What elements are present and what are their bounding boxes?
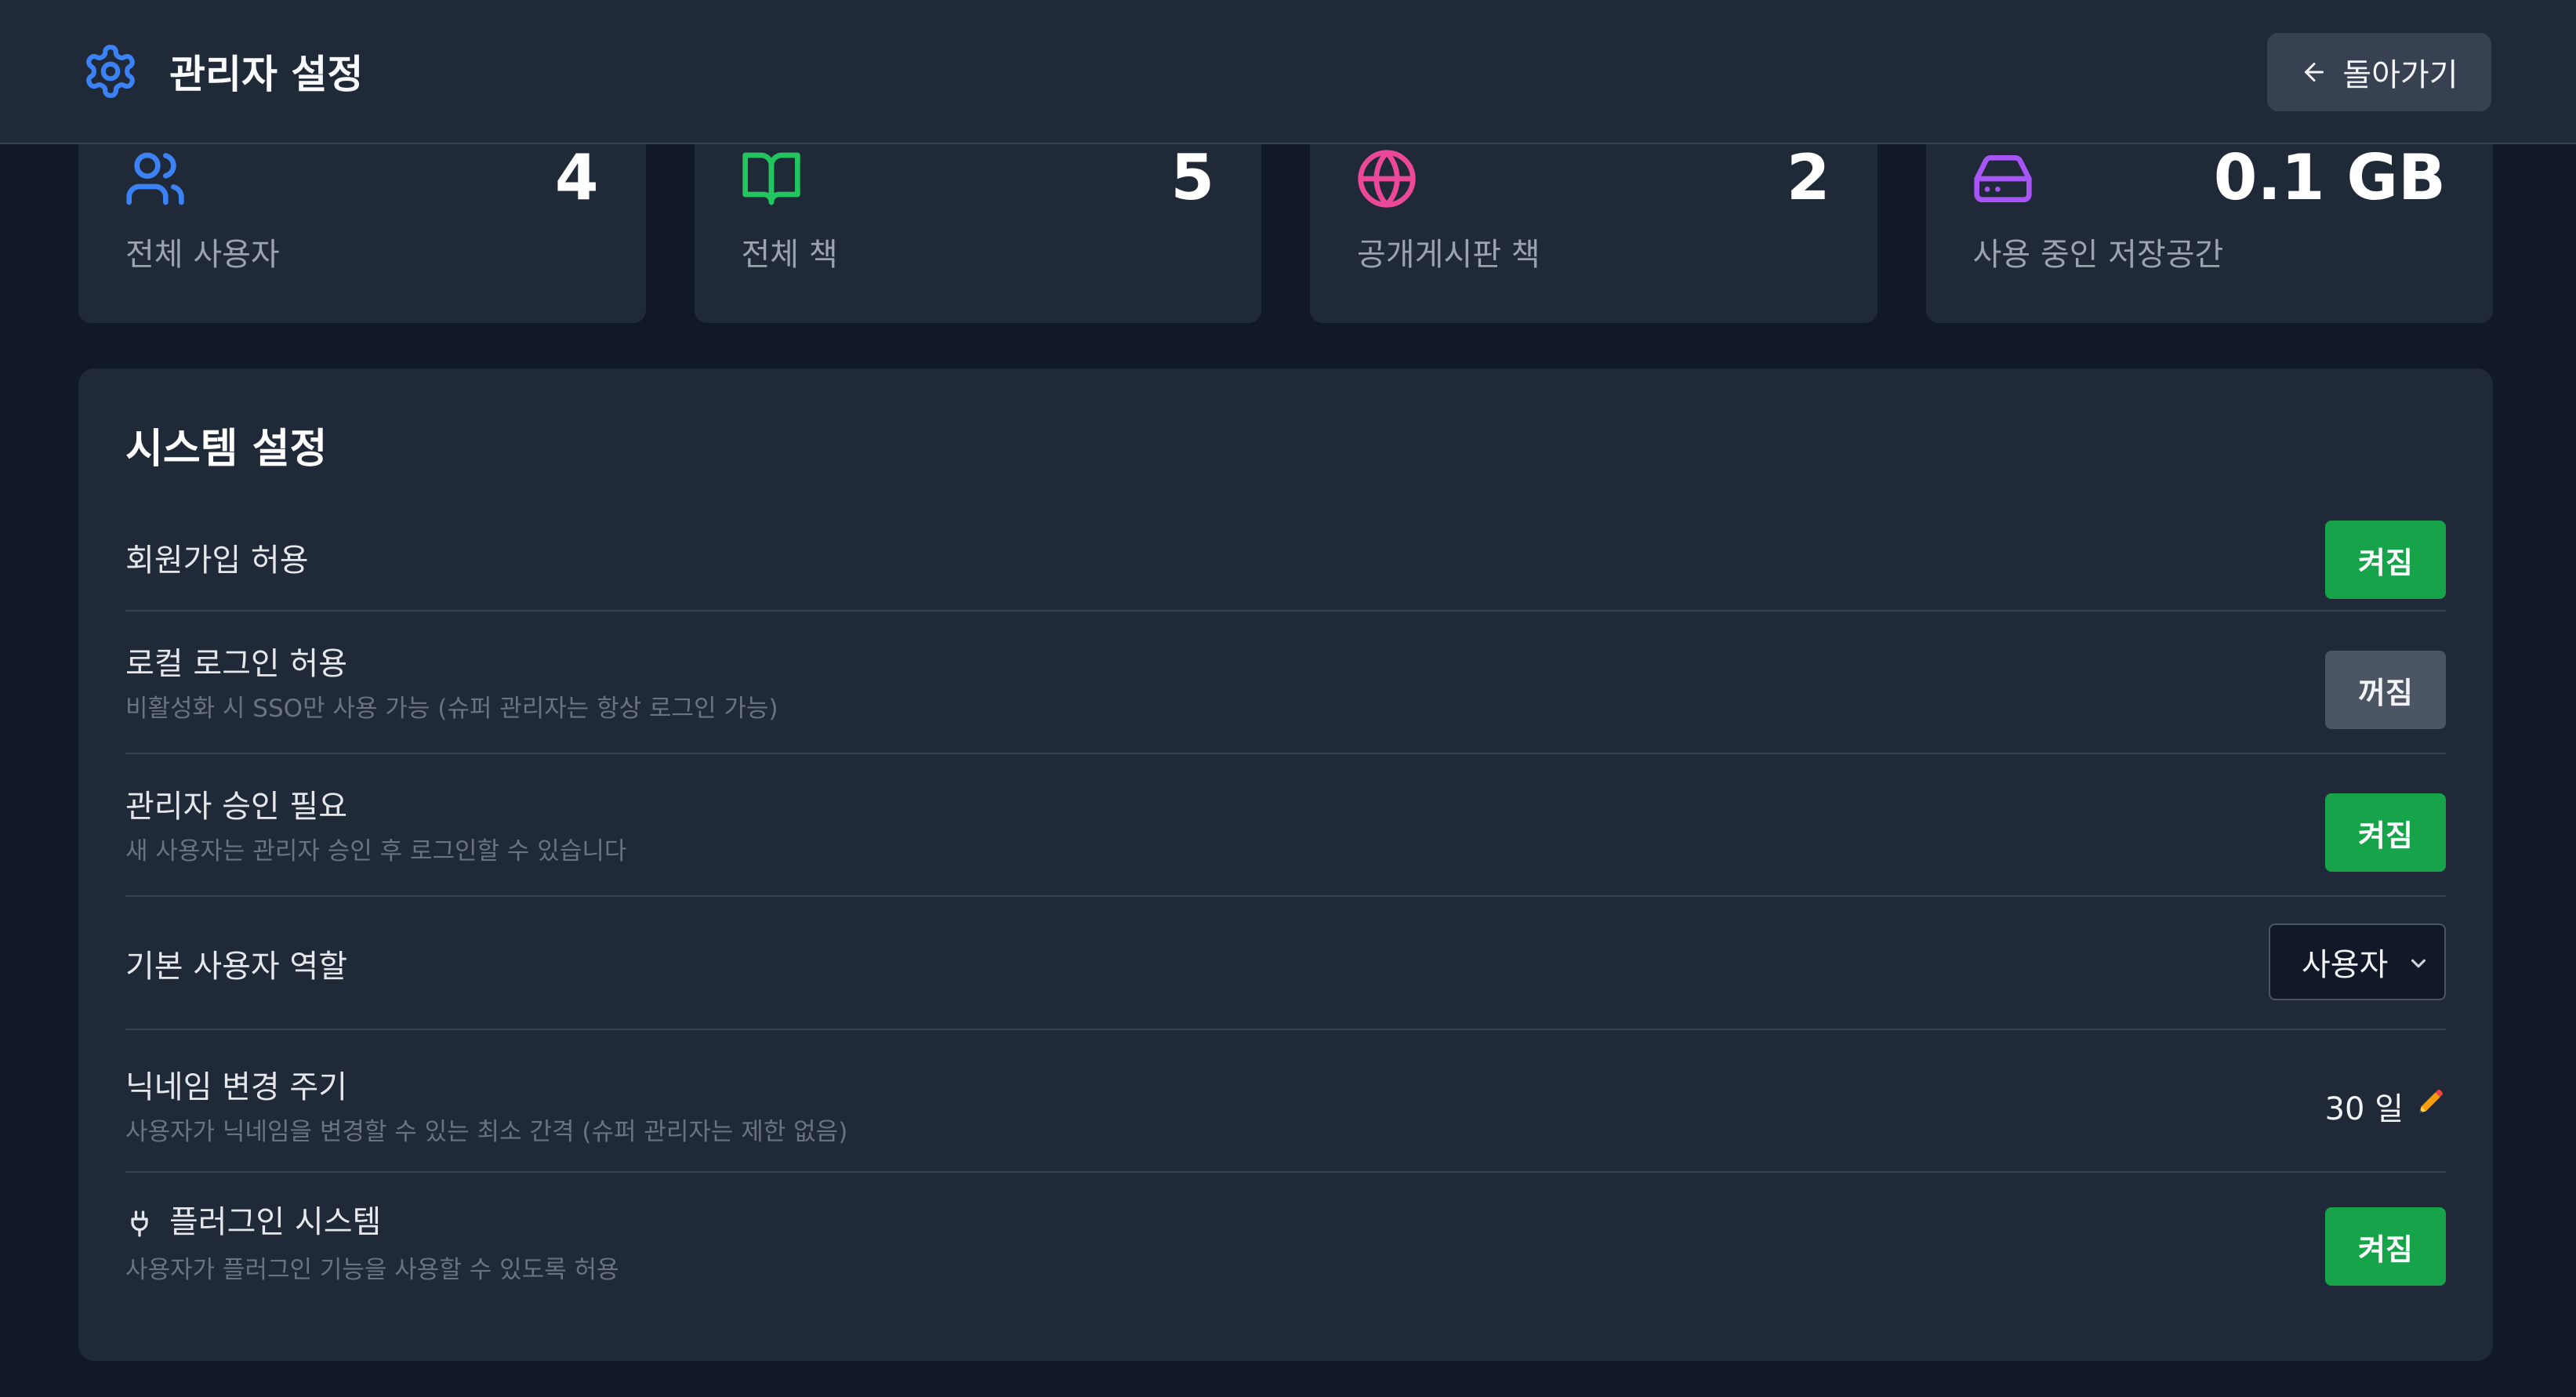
setting-name: 닉네임 변경 주기 [125, 1069, 348, 1105]
plugin-system-toggle[interactable]: 켜짐 [2325, 1207, 2446, 1286]
setting-row-plugin-system: 플러그인 시스템 사용자가 플러그인 기능을 사용할 수 있도록 허용 켜짐 [125, 1173, 2446, 1315]
default-role-select[interactable]: 사용자 [2269, 923, 2446, 1000]
nickname-interval-value[interactable]: 30 일 [2325, 1083, 2446, 1129]
page-title: 관리자 설정 [169, 52, 364, 97]
setting-description: 사용자가 닉네임을 변경할 수 있는 최소 간격 (슈퍼 관리자는 제한 없음) [125, 1118, 848, 1146]
gear-icon [82, 42, 140, 100]
setting-description: 사용자가 플러그인 기능을 사용할 수 있도록 허용 [125, 1256, 619, 1284]
setting-description: 새 사용자는 관리자 승인 후 로그인할 수 있습니다 [125, 837, 627, 865]
select-value: 사용자 [2302, 947, 2389, 983]
section-title: 시스템 설정 [125, 426, 328, 473]
setting-row-local-login: 로컬 로그인 허용 비활성화 시 SSO만 사용 가능 (슈퍼 관리자는 항상 … [125, 611, 2446, 754]
setting-name: 로컬 로그인 허용 [125, 646, 348, 682]
setting-name: 기본 사용자 역할 [125, 949, 348, 985]
stat-value: 4 [554, 141, 599, 214]
plug-icon [125, 1208, 154, 1239]
signup-toggle[interactable]: 켜짐 [2325, 521, 2446, 599]
setting-row-default-role: 기본 사용자 역할 사용자 [125, 897, 2446, 1030]
setting-name: 플러그인 시스템 [125, 1196, 381, 1242]
setting-name: 회원가입 허용 [125, 542, 309, 579]
stat-label: 전체 책 [741, 237, 838, 273]
setting-row-admin-approval: 관리자 승인 필요 새 사용자는 관리자 승인 후 로그인할 수 있습니다 켜짐 [125, 754, 2446, 897]
setting-name-text: 플러그인 시스템 [169, 1204, 382, 1240]
stat-label: 공개게시판 책 [1357, 237, 1540, 273]
setting-row-signup: 회원가입 허용 켜짐 [125, 513, 2446, 611]
stat-value: 5 [1170, 141, 1214, 214]
pencil-icon[interactable] [2415, 1087, 2446, 1126]
top-header: 관리자 설정 돌아가기 [0, 0, 2576, 144]
hard-drive-icon [1972, 147, 2034, 210]
back-button-label: 돌아가기 [2342, 57, 2458, 93]
stat-value: 0.1 GB [2213, 141, 2446, 214]
book-icon [740, 147, 803, 210]
nickname-interval-text: 30 일 [2324, 1091, 2404, 1127]
back-button[interactable]: 돌아가기 [2267, 33, 2491, 111]
admin-approval-toggle[interactable]: 켜짐 [2325, 793, 2446, 872]
stat-label: 전체 사용자 [125, 237, 280, 273]
setting-description: 비활성화 시 SSO만 사용 가능 (슈퍼 관리자는 항상 로그인 가능) [125, 695, 778, 723]
system-settings-panel: 시스템 설정 회원가입 허용 켜짐 로컬 로그인 허용 비활성화 시 SSO만 … [78, 368, 2493, 1361]
chevron-down-icon [2411, 959, 2426, 968]
setting-name: 관리자 승인 필요 [125, 789, 348, 825]
stat-value: 2 [1786, 141, 1830, 214]
local-login-toggle[interactable]: 꺼짐 [2325, 651, 2446, 729]
globe-icon [1355, 147, 1418, 210]
users-icon [124, 147, 187, 210]
arrow-left-icon [2305, 63, 2324, 82]
stat-label: 사용 중인 저장공간 [1972, 237, 2224, 273]
setting-row-nickname-interval: 닉네임 변경 주기 사용자가 닉네임을 변경할 수 있는 최소 간격 (슈퍼 관… [125, 1030, 2446, 1173]
